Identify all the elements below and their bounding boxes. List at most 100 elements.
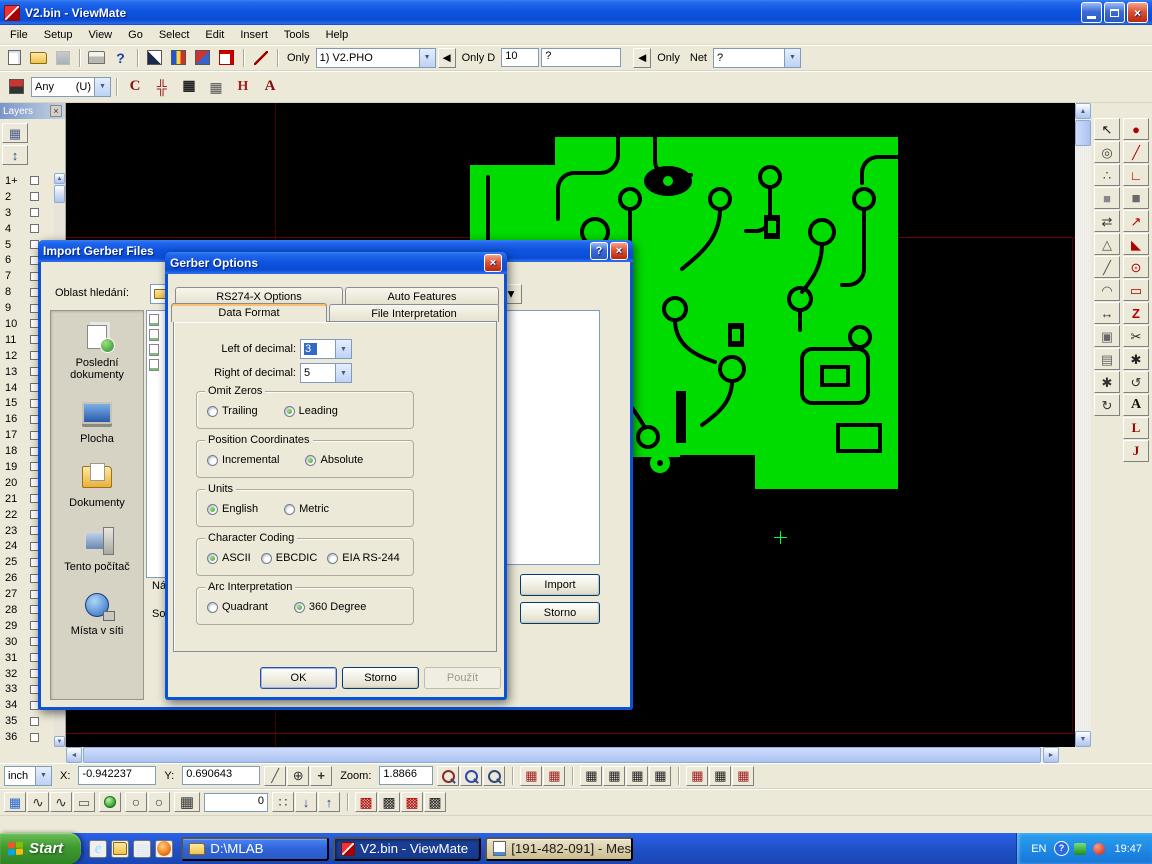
scroll-right-icon[interactable]: ► bbox=[1043, 747, 1059, 763]
aperture-table-icon[interactable] bbox=[520, 766, 542, 786]
places-bar-item[interactable]: Tento počítač bbox=[54, 525, 140, 573]
menu-item[interactable]: Edit bbox=[197, 27, 232, 43]
cancel-button[interactable]: Storno bbox=[342, 667, 419, 689]
highlight-h-icon[interactable] bbox=[230, 74, 256, 99]
menu-item[interactable]: Select bbox=[151, 27, 198, 43]
menu-item[interactable]: Setup bbox=[36, 27, 81, 43]
cancel-button[interactable]: Storno bbox=[520, 602, 600, 624]
radio-option[interactable]: ASCII bbox=[207, 552, 251, 564]
status-led-icon[interactable] bbox=[99, 792, 121, 812]
zoom-window-icon[interactable] bbox=[460, 766, 482, 786]
fill-icon[interactable] bbox=[1094, 187, 1120, 209]
help-icon[interactable]: ? bbox=[590, 242, 608, 260]
zoom-field[interactable]: 1.8866 bbox=[379, 766, 433, 785]
taskbar-task-button[interactable]: V2.bin - ViewMate bbox=[333, 837, 481, 861]
rotate-icon[interactable] bbox=[1094, 394, 1120, 416]
menu-item[interactable]: Go bbox=[120, 27, 151, 43]
folder-window-icon[interactable] bbox=[111, 840, 129, 858]
copy-icon[interactable] bbox=[1094, 325, 1120, 347]
tab-data-format[interactable]: Data Format bbox=[171, 303, 327, 322]
target-cross-icon[interactable] bbox=[149, 74, 175, 99]
hook-icon[interactable] bbox=[1123, 440, 1149, 462]
dcode-table-icon[interactable] bbox=[543, 766, 565, 786]
layer-visibility-box[interactable] bbox=[30, 192, 39, 201]
tab-file-interpretation[interactable]: File Interpretation bbox=[329, 304, 499, 322]
chevron-down-icon[interactable]: ▼ bbox=[94, 78, 110, 96]
places-bar-item[interactable]: Místa v síti bbox=[54, 589, 140, 637]
move-icon[interactable] bbox=[1094, 302, 1120, 324]
layer-visibility-box[interactable] bbox=[30, 224, 39, 233]
open-file-icon[interactable] bbox=[27, 47, 50, 69]
pad-icon[interactable] bbox=[1123, 118, 1149, 140]
film-view-icon[interactable] bbox=[167, 47, 190, 69]
radio-option[interactable]: English bbox=[207, 503, 258, 515]
report-table-icon[interactable] bbox=[732, 766, 754, 786]
prev-layer-button[interactable]: ◄ bbox=[438, 48, 456, 68]
vertical-scrollbar[interactable]: ▲ ▼ bbox=[1075, 103, 1091, 747]
ruler-icon[interactable] bbox=[73, 792, 95, 812]
prev-dcode-button[interactable]: ◄ bbox=[633, 48, 651, 68]
dark-matrix-1-icon[interactable] bbox=[378, 792, 400, 812]
places-bar-item[interactable]: Dokumenty bbox=[54, 461, 140, 509]
level-icon[interactable] bbox=[1123, 417, 1149, 439]
radio-option[interactable]: 360 Degree bbox=[294, 601, 367, 613]
dot-grid-icon[interactable] bbox=[272, 792, 294, 812]
counter-field[interactable]: 0 bbox=[204, 793, 268, 812]
close-icon[interactable]: × bbox=[610, 242, 628, 260]
new-file-icon[interactable] bbox=[3, 47, 26, 69]
desktop-icon-small[interactable] bbox=[133, 840, 151, 858]
menu-item[interactable]: Help bbox=[318, 27, 357, 43]
close-icon[interactable]: × bbox=[484, 254, 502, 272]
plane-icon[interactable] bbox=[1123, 187, 1149, 209]
taskbar-task-button[interactable]: [191-482-091] - Mess... bbox=[485, 837, 633, 861]
minimize-button[interactable] bbox=[1081, 2, 1102, 23]
x-coordinate-field[interactable]: -0.942237 bbox=[78, 766, 156, 785]
radio-option[interactable]: Quadrant bbox=[207, 601, 268, 613]
selection-grid-icon[interactable] bbox=[4, 792, 26, 812]
negative-view-icon[interactable] bbox=[143, 47, 166, 69]
layers-panel-header[interactable]: Layers × bbox=[0, 103, 65, 119]
grid-g-icon[interactable] bbox=[176, 74, 202, 99]
tray-green-icon[interactable] bbox=[1071, 840, 1089, 858]
layer-visibility-box[interactable] bbox=[30, 208, 39, 217]
pull-up-icon[interactable] bbox=[318, 792, 340, 812]
radio-option[interactable]: Trailing bbox=[207, 405, 258, 417]
net-combo[interactable]: ? ▼ bbox=[713, 48, 801, 68]
layer-visibility-box[interactable] bbox=[30, 176, 39, 185]
triangle-icon[interactable] bbox=[1094, 233, 1120, 255]
lasso-b-icon[interactable] bbox=[148, 792, 170, 812]
dcode-swatch-icon[interactable] bbox=[3, 74, 29, 99]
left-of-decimal-combo[interactable]: 3 ▼ bbox=[300, 339, 352, 359]
scroll-left-icon[interactable]: ◄ bbox=[66, 747, 82, 763]
start-button[interactable]: Start bbox=[0, 833, 81, 864]
close-icon[interactable]: × bbox=[50, 105, 62, 117]
matrix-icon[interactable] bbox=[174, 792, 200, 812]
horizontal-scrollbar[interactable]: ◄ ► bbox=[66, 747, 1075, 763]
origin-icon[interactable] bbox=[287, 766, 309, 786]
layers-table-icon[interactable] bbox=[2, 123, 28, 143]
grid-1-icon[interactable] bbox=[580, 766, 602, 786]
chevron-down-icon[interactable]: ▼ bbox=[335, 340, 351, 358]
chevron-down-icon[interactable]: ▼ bbox=[35, 767, 51, 785]
radio-option[interactable]: Leading bbox=[284, 405, 338, 417]
dcode-input[interactable]: 10 bbox=[501, 48, 539, 67]
taskbar-task-button[interactable]: D:\MLAB bbox=[181, 837, 329, 861]
polygon-icon[interactable] bbox=[1123, 233, 1149, 255]
menu-item[interactable]: View bbox=[80, 27, 120, 43]
dcode-query-input[interactable]: ? bbox=[541, 48, 621, 67]
slash-icon[interactable] bbox=[1094, 256, 1120, 278]
menu-item[interactable]: File bbox=[2, 27, 36, 43]
component-c-icon[interactable] bbox=[122, 74, 148, 99]
cut-icon[interactable] bbox=[1123, 325, 1149, 347]
color-swap-icon[interactable] bbox=[191, 47, 214, 69]
vector-icon[interactable] bbox=[1123, 210, 1149, 232]
paste-icon[interactable] bbox=[1094, 348, 1120, 370]
rectangle-icon[interactable] bbox=[1123, 279, 1149, 301]
places-bar-item[interactable]: Poslední dokumenty bbox=[54, 321, 140, 381]
radio-option[interactable]: EIA RS-244 bbox=[327, 552, 399, 564]
dark-matrix-2-icon[interactable] bbox=[424, 792, 446, 812]
clock[interactable]: 19:47 bbox=[1114, 843, 1142, 855]
arc-icon[interactable] bbox=[1094, 279, 1120, 301]
chevron-down-icon[interactable]: ▼ bbox=[335, 364, 351, 382]
horizontal-scroll-thumb[interactable] bbox=[83, 747, 1041, 763]
